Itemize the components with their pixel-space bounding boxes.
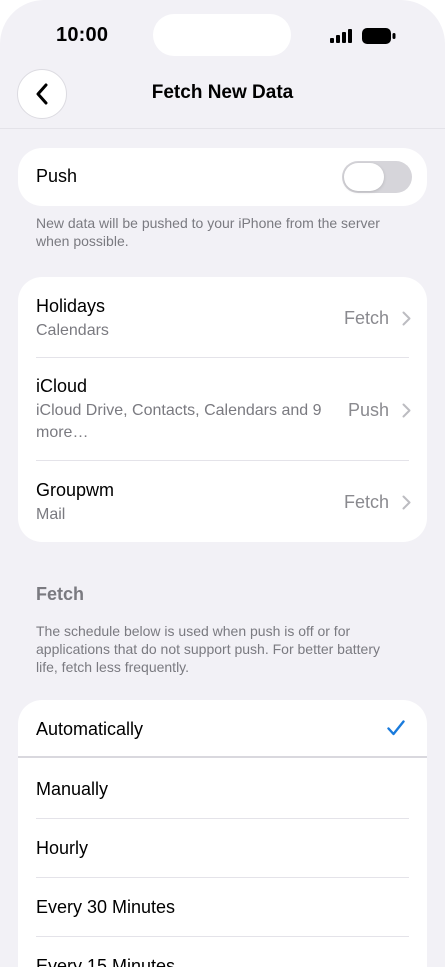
dynamic-island	[153, 14, 291, 56]
signal-icon	[330, 29, 352, 43]
account-title: iCloud	[36, 376, 88, 396]
settings-screen: 10:00 Fetch New Data Push New data will …	[0, 0, 445, 967]
schedule-option-every-30-minutes[interactable]: Every 30 Minutes	[18, 878, 427, 936]
push-label: Push	[36, 166, 78, 186]
push-footnote: New data will be pushed to your iPhone f…	[36, 215, 380, 249]
account-row-icloud[interactable]: iCloud iCloud Drive, Contacts, Calendars…	[18, 358, 427, 460]
push-toggle[interactable]	[342, 161, 412, 193]
account-subtitle: iCloud Drive, Contacts, Calendars and 9 …	[36, 402, 322, 441]
fetch-section-header: Fetch	[36, 584, 85, 604]
page-title: Fetch New Data	[151, 82, 294, 103]
account-title: Groupwm	[36, 480, 115, 500]
push-setting-row: Push	[18, 148, 427, 206]
account-row-holidays[interactable]: Holidays Calendars Fetch	[18, 277, 427, 357]
account-value: Fetch	[343, 492, 389, 512]
toggle-knob	[344, 163, 384, 191]
schedule-option-every-15-minutes[interactable]: Every 15 Minutes	[18, 937, 427, 967]
schedule-option-label: Automatically	[36, 719, 144, 739]
schedule-option-hourly[interactable]: Hourly	[18, 819, 427, 877]
divider	[18, 756, 427, 758]
schedule-option-automatically[interactable]: Automatically	[18, 700, 427, 758]
schedule-option-manually[interactable]: Manually	[18, 760, 427, 818]
account-value: Fetch	[343, 308, 389, 328]
navigation-bar: Fetch New Data	[0, 62, 445, 129]
schedule-option-label: Every 30 Minutes	[36, 897, 176, 917]
fetch-footnote: The schedule below is used when push is …	[36, 623, 380, 675]
chevron-right-icon	[402, 495, 411, 510]
schedule-option-label: Every 15 Minutes	[36, 956, 176, 967]
account-row-groupwm[interactable]: Groupwm Mail Fetch	[18, 461, 427, 542]
checkmark-icon	[387, 720, 405, 736]
fetch-schedule-list: Automatically Manually Hourly Every 30 M…	[18, 700, 427, 967]
account-subtitle: Calendars	[36, 322, 109, 339]
account-title: Holidays	[36, 296, 106, 316]
account-value: Push	[347, 400, 389, 420]
battery-icon	[362, 28, 396, 44]
status-time: 10:00	[56, 24, 109, 46]
chevron-right-icon	[402, 311, 411, 326]
schedule-option-label: Manually	[36, 779, 109, 799]
account-subtitle: Mail	[36, 506, 66, 523]
schedule-option-label: Hourly	[36, 838, 89, 858]
accounts-list: Holidays Calendars Fetch iCloud iCloud D…	[18, 277, 427, 542]
chevron-right-icon	[402, 403, 411, 418]
